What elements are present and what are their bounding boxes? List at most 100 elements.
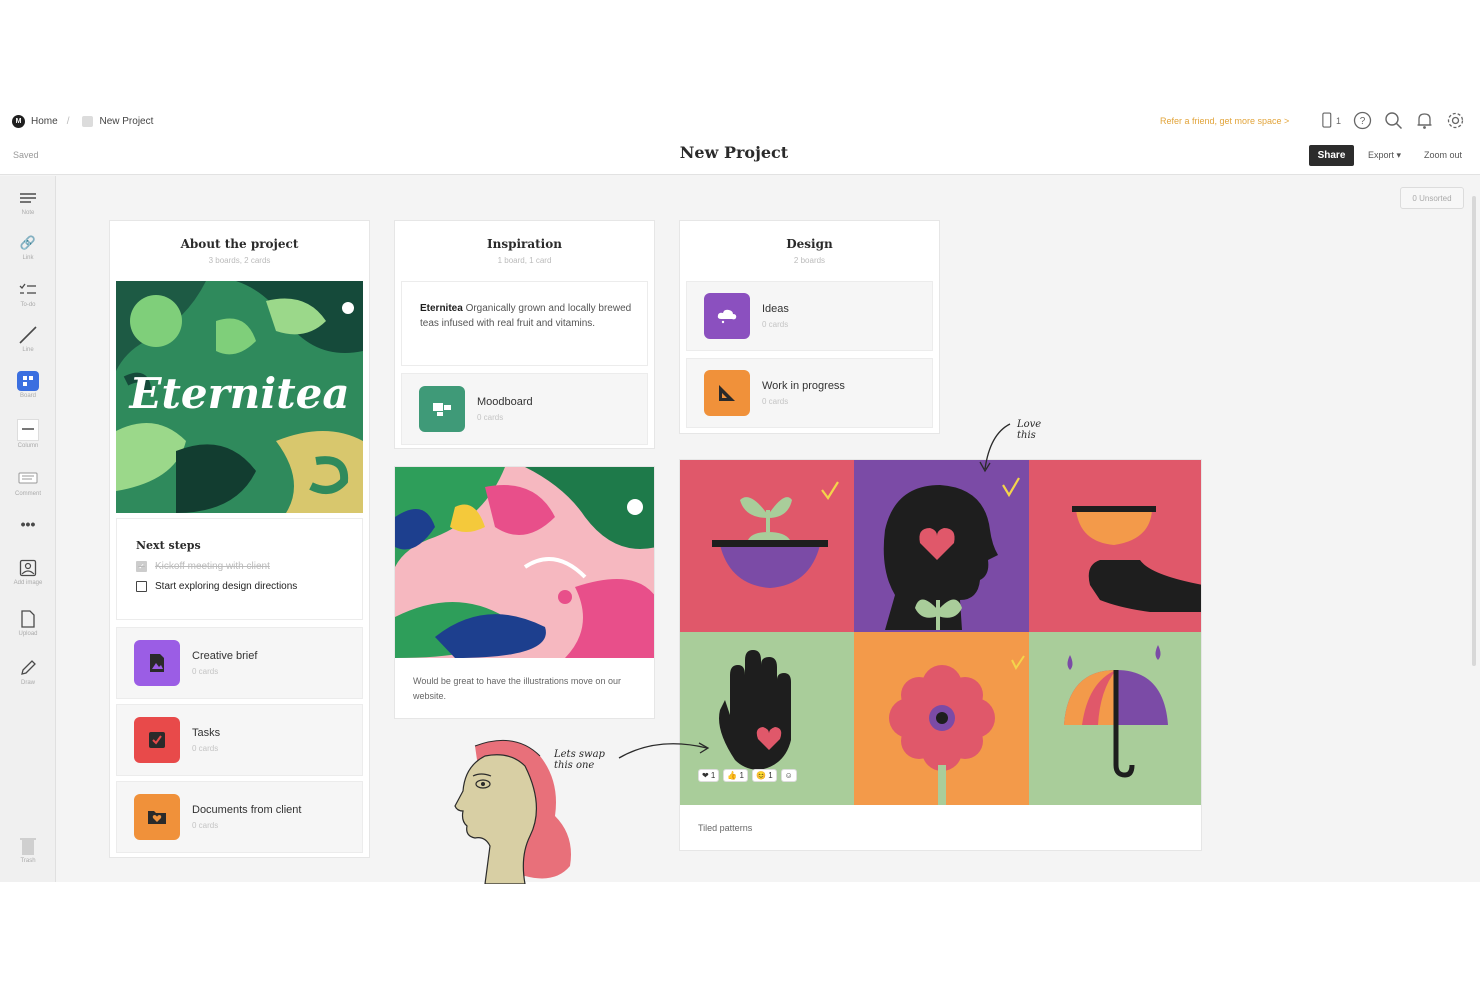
device-count: 1 bbox=[1335, 115, 1341, 126]
zoom-out-button[interactable]: Zoom out bbox=[1424, 150, 1462, 160]
more-icon: ••• bbox=[20, 516, 36, 532]
tool-label: Comment bbox=[14, 491, 41, 497]
checkbox-checked[interactable]: ✓ bbox=[136, 561, 147, 572]
board-documents-from-client[interactable]: Documents from client 0 cards bbox=[116, 781, 363, 853]
column-about-project[interactable]: About the project 3 boards, 2 cards Eter… bbox=[109, 220, 370, 858]
column-title[interactable]: Design bbox=[680, 237, 939, 251]
top-bar: M Home / New Project Saved New Project R… bbox=[0, 107, 1480, 175]
board-creative-brief[interactable]: Creative brief 0 cards bbox=[116, 627, 363, 699]
trash-icon bbox=[17, 836, 39, 856]
inspiration-image-card[interactable]: Would be great to have the illustrations… bbox=[394, 466, 655, 719]
tool-column[interactable]: Column bbox=[0, 419, 56, 449]
project-crumb[interactable]: New Project bbox=[99, 116, 153, 127]
tool-label: Note bbox=[21, 210, 35, 216]
device-icon[interactable]: 1 bbox=[1322, 111, 1341, 130]
export-label: Export bbox=[1368, 150, 1395, 160]
tool-upload[interactable]: Upload bbox=[0, 609, 56, 637]
tiled-patterns-card[interactable]: ❤ 1 👍 1 😊 1 ☺ Tiled patterns bbox=[679, 459, 1202, 851]
upload-icon bbox=[17, 609, 39, 629]
reaction-thumbs-up[interactable]: 👍 1 bbox=[723, 769, 749, 782]
todo-text: Kickoff meeting with client bbox=[155, 561, 270, 572]
image-icon bbox=[17, 558, 39, 578]
tool-more[interactable]: ••• bbox=[0, 514, 56, 534]
board-count: 0 cards bbox=[762, 320, 789, 329]
tool-label: Draw bbox=[20, 680, 35, 686]
link-icon: 🔗 bbox=[19, 235, 37, 250]
eternitea-image[interactable]: Eternitea bbox=[116, 281, 363, 513]
next-steps-title: Next steps bbox=[136, 539, 201, 552]
board-name: Documents from client bbox=[192, 804, 302, 816]
refer-friend-link[interactable]: Refer a friend, get more space > bbox=[1160, 116, 1289, 126]
comment-icon bbox=[17, 469, 39, 489]
board-count: 0 cards bbox=[192, 821, 219, 830]
unsorted-button[interactable]: 0 Unsorted bbox=[1400, 187, 1464, 209]
reaction-heart[interactable]: ❤ 1 bbox=[698, 769, 720, 782]
tool-label: Add image bbox=[13, 580, 43, 586]
tool-board[interactable]: Board bbox=[0, 371, 56, 399]
column-title[interactable]: About the project bbox=[110, 237, 369, 251]
tool-trash[interactable]: Trash bbox=[0, 836, 56, 864]
board-icon bbox=[17, 371, 39, 391]
cloud-idea-icon bbox=[704, 293, 750, 339]
vertical-scrollbar[interactable] bbox=[1472, 196, 1476, 666]
tool-link[interactable]: 🔗 Link bbox=[0, 233, 56, 261]
checkbox[interactable] bbox=[136, 581, 147, 592]
tool-todo[interactable]: To-do bbox=[0, 280, 56, 308]
board-count: 0 cards bbox=[192, 667, 219, 676]
board-ideas[interactable]: Ideas 0 cards bbox=[686, 281, 933, 351]
column-title[interactable]: Inspiration bbox=[395, 237, 654, 251]
column-inspiration[interactable]: Inspiration 1 board, 1 card Eternitea Or… bbox=[394, 220, 655, 449]
share-button[interactable]: Share bbox=[1309, 145, 1354, 166]
breadcrumb: M Home / New Project bbox=[12, 115, 153, 128]
column-subtitle: 3 boards, 2 cards bbox=[208, 256, 271, 265]
eternitea-logo-text: Eternitea bbox=[129, 369, 350, 418]
board-work-in-progress[interactable]: Work in progress 0 cards bbox=[686, 358, 933, 428]
image-file-icon bbox=[134, 640, 180, 686]
board-tasks[interactable]: Tasks 0 cards bbox=[116, 704, 363, 776]
home-link[interactable]: Home bbox=[31, 116, 58, 127]
tool-label: Upload bbox=[18, 631, 38, 637]
tool-label: Link bbox=[22, 255, 34, 261]
export-button[interactable]: Export ▾ bbox=[1368, 150, 1401, 161]
board-name: Ideas bbox=[762, 303, 789, 315]
arrow-drawing[interactable] bbox=[617, 736, 712, 766]
tiled-patterns-image bbox=[680, 460, 1201, 805]
reaction-smile[interactable]: 😊 1 bbox=[752, 769, 777, 782]
column-subtitle: 1 board, 1 card bbox=[497, 256, 552, 265]
tool-add-image[interactable]: Add image bbox=[0, 558, 56, 586]
app-window: M Home / New Project Saved New Project R… bbox=[0, 107, 1480, 884]
column-design[interactable]: Design 2 boards Ideas 0 cards Work in pr… bbox=[679, 220, 940, 434]
board-count: 0 cards bbox=[192, 744, 219, 753]
folder-heart-icon bbox=[134, 794, 180, 840]
app-logo-icon[interactable]: M bbox=[12, 115, 25, 128]
board-name: Moodboard bbox=[477, 396, 533, 408]
checkbox-task-icon bbox=[134, 717, 180, 763]
bell-icon[interactable] bbox=[1415, 111, 1434, 130]
board-count: 0 cards bbox=[477, 413, 504, 422]
note-card[interactable]: Eternitea Organically grown and locally … bbox=[401, 281, 648, 366]
note-bold: Eternitea bbox=[420, 303, 463, 314]
board-moodboard[interactable]: Moodboard 0 cards bbox=[401, 373, 648, 445]
image-caption: Would be great to have the illustrations… bbox=[413, 676, 621, 701]
tool-line[interactable]: Line bbox=[0, 325, 56, 353]
face-sketch-drawing[interactable] bbox=[445, 736, 585, 884]
tool-comment[interactable]: Comment bbox=[0, 469, 56, 497]
add-reaction-button[interactable]: ☺ bbox=[780, 769, 797, 782]
next-steps-card[interactable]: Next steps ✓ Kickoff meeting with client… bbox=[116, 518, 363, 620]
tool-label: To-do bbox=[20, 302, 36, 308]
gear-icon[interactable] bbox=[1446, 111, 1465, 130]
column-subtitle: 2 boards bbox=[793, 256, 826, 265]
search-icon[interactable] bbox=[1384, 111, 1403, 130]
love-this-annotation[interactable]: Love this bbox=[1017, 419, 1057, 441]
todo-item[interactable]: Start exploring design directions bbox=[136, 581, 362, 592]
board-canvas[interactable]: 0 Unsorted About the project 3 boards, 2… bbox=[57, 176, 1480, 884]
tool-draw[interactable]: Draw bbox=[0, 658, 56, 686]
help-icon[interactable]: ? bbox=[1353, 111, 1372, 130]
illustration-image bbox=[395, 467, 654, 658]
moodboard-icon bbox=[419, 386, 465, 432]
breadcrumb-separator: / bbox=[66, 116, 70, 127]
page-title[interactable]: New Project bbox=[0, 143, 1468, 162]
todo-item[interactable]: ✓ Kickoff meeting with client bbox=[136, 561, 362, 572]
tool-note[interactable]: Note bbox=[0, 188, 56, 216]
project-thumbnail-icon bbox=[82, 116, 94, 127]
